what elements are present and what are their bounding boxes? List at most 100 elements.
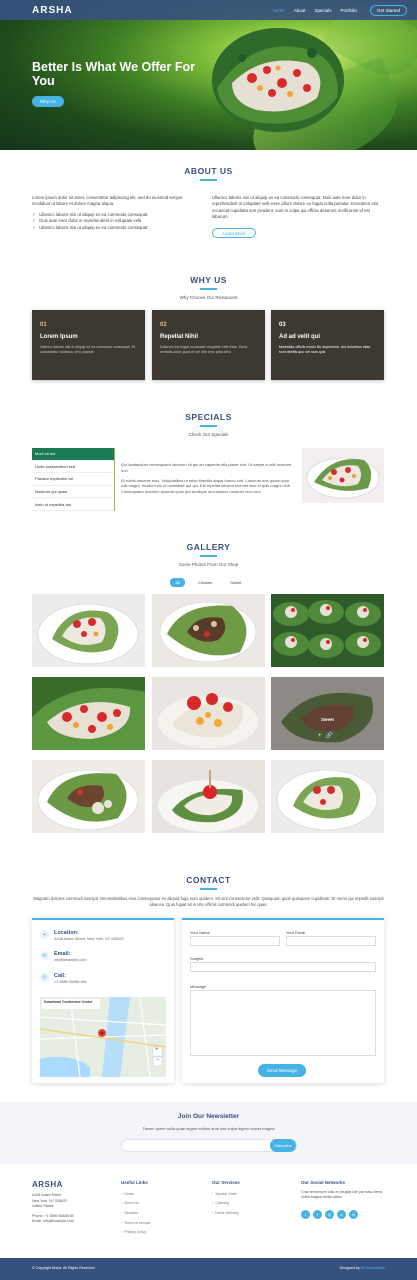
footer-link[interactable]: › About us [121, 1199, 150, 1209]
filter-all[interactable]: All [170, 578, 185, 587]
contact-form: Your Name Your Email Subject Message Sen… [182, 918, 384, 1083]
contact-info-box: ⌖ Location: A108 Adam Street, New York, N… [32, 918, 174, 1083]
get-started-button[interactable]: Get Started [369, 4, 407, 16]
filter-chicken[interactable]: Chicken [193, 578, 217, 587]
hero-section: Better Is What We Offer For You Why Us [0, 0, 417, 150]
special-intro: Qui laudantium consequatur laborum sit q… [121, 462, 292, 473]
list-item: ✓ Ullamco laboris nisi ut aliquip ex ea c… [32, 224, 148, 231]
card-number: 01 [40, 322, 47, 328]
link-icon[interactable]: 🔗 [326, 733, 337, 739]
subject-label: Subject [190, 956, 204, 961]
copyright: © Copyright Arsha. All Rights Reserved [32, 1266, 95, 1270]
gallery-overlay [271, 677, 384, 750]
overlay-actions: +🔗 [271, 732, 384, 739]
card-text: Ulamco laboris nisi ut aliquip ex ea com… [40, 345, 136, 354]
facebook-icon[interactable]: f [313, 1210, 322, 1219]
call-row: ✆ Call: +1 5589 55488 55s [40, 973, 87, 984]
zoom-plus-icon[interactable]: + [318, 733, 326, 739]
embedded-map[interactable]: Downtown Conference Center + − [40, 997, 166, 1077]
subscribe-button[interactable]: Subscribe [270, 1139, 296, 1152]
nav-specials[interactable]: Specials [314, 8, 331, 13]
footer-link[interactable]: › Catering [212, 1199, 239, 1209]
subject-input[interactable] [190, 962, 376, 972]
nav-home[interactable]: Home [273, 8, 285, 13]
filter-sweet[interactable]: Sweet [225, 578, 246, 587]
chevron-right-icon: › [212, 1210, 214, 1215]
social-links: t f ◎ s in [301, 1210, 358, 1219]
gallery-item[interactable] [152, 760, 265, 833]
nav-portfolio[interactable]: Portfolio [340, 8, 357, 13]
call-value[interactable]: +1 5589 55488 55s [54, 980, 87, 984]
title-underline [200, 425, 217, 427]
tab-special-3[interactable]: Pariatur explicabo vel [32, 473, 114, 486]
hero-image [212, 28, 344, 132]
card-title[interactable]: Repellat Nihil [160, 334, 257, 340]
gallery-item[interactable] [32, 760, 145, 833]
designer-link[interactable]: BootstrapMade [361, 1266, 385, 1270]
gallery-item[interactable] [152, 677, 265, 750]
services-title: Our Services [212, 1180, 240, 1185]
footer-address: A108 Adam Street New York, NY 535022 Uni… [32, 1193, 74, 1224]
about-list: ✓ Ullamco laboris nisi ut aliquip ex ea c… [32, 212, 202, 231]
location-label: Location: [54, 930, 79, 936]
services-links: › Special Order › Catering › Home Delivery [212, 1189, 239, 1218]
card-number: 02 [160, 322, 167, 328]
message-textarea[interactable] [190, 990, 376, 1056]
map-zoom-in-icon[interactable]: + [155, 1047, 159, 1053]
why-subtitle: Why Choose Our Restaurant [179, 295, 238, 300]
location-value: A108 Adam Street, New York, NY 535022 [54, 937, 125, 941]
gallery-item-hover[interactable]: Sweet +🔗 [271, 677, 384, 750]
overlay-title: Sweet [320, 717, 334, 722]
instagram-icon[interactable]: ◎ [325, 1210, 334, 1219]
title-underline [200, 888, 217, 890]
map-zoom-out-icon[interactable]: − [156, 1057, 160, 1063]
footer-link[interactable]: › Home [121, 1189, 150, 1199]
nav-about[interactable]: About [294, 8, 306, 13]
card-title[interactable]: Ad ad velit qui [279, 334, 376, 340]
name-input[interactable] [190, 936, 280, 946]
special-image [302, 448, 384, 503]
gallery-item[interactable] [32, 677, 145, 750]
chevron-right-icon: › [121, 1201, 123, 1206]
gallery-item[interactable] [271, 760, 384, 833]
about-intro: Lorem ipsum dolor sit amet, consectetur … [32, 195, 183, 207]
footer-link[interactable]: › Terms of service [121, 1218, 150, 1228]
tab-special-5[interactable]: Iusto ut expedita aut [32, 498, 114, 511]
footer-link[interactable]: › Special Order [212, 1189, 239, 1199]
tab-special-1[interactable]: Modi sit est [32, 448, 114, 461]
map-place-label[interactable]: Downtown Conference Center [44, 1000, 92, 1004]
why-us-button[interactable]: Why Us [32, 96, 64, 107]
specials-description: Qui laudantium consequatur laborum sit q… [121, 462, 293, 495]
email-value[interactable]: info@example.com [54, 958, 87, 962]
why-card: 03 Ad ad velit qui Molestiae officiis om… [271, 310, 384, 380]
gallery-item[interactable] [271, 594, 384, 667]
useful-links: › Home › About us › Services › Terms of serv… [121, 1189, 150, 1237]
gallery-item[interactable] [152, 594, 265, 667]
gallery-item[interactable] [32, 594, 145, 667]
email-row: ✉ Email: info@example.com [40, 951, 87, 962]
gallery-title: GALLERY [186, 542, 231, 552]
tab-special-2[interactable]: Unde praesentium sed [32, 461, 114, 474]
skype-icon[interactable]: s [337, 1210, 346, 1219]
newsletter-section [0, 1102, 417, 1164]
learn-more-button[interactable]: Learn More [212, 228, 256, 238]
site-logo[interactable]: ARSHA [32, 5, 73, 16]
twitter-icon[interactable]: t [301, 1210, 310, 1219]
send-message-button[interactable]: Send Message [258, 1064, 306, 1077]
location-pin-icon: ⌖ [40, 930, 49, 939]
footer-link[interactable]: › Services [121, 1208, 150, 1218]
newsletter-email-input[interactable]: Subscribe [121, 1139, 297, 1152]
email-field-label: Your Email [286, 930, 306, 935]
contact-description: Magnam dolores commodi suscipit. Necessi… [33, 896, 384, 907]
footer-link[interactable]: › Privacy policy [121, 1227, 150, 1237]
chevron-right-icon: › [212, 1201, 214, 1206]
designed-by: Designed by BootstrapMade [339, 1266, 385, 1270]
tab-special-4[interactable]: Nostrum qui quasi [32, 486, 114, 499]
linkedin-icon[interactable]: in [349, 1210, 358, 1219]
social-text: Cras fermentum odio eu feugiat lide par … [301, 1190, 383, 1199]
email-input[interactable] [286, 936, 376, 946]
footer-link[interactable]: › Home Delivery [212, 1208, 239, 1218]
title-underline [200, 555, 217, 557]
card-title[interactable]: Lorem Ipsum [40, 334, 137, 340]
about-title: ABOUT US [184, 166, 233, 176]
